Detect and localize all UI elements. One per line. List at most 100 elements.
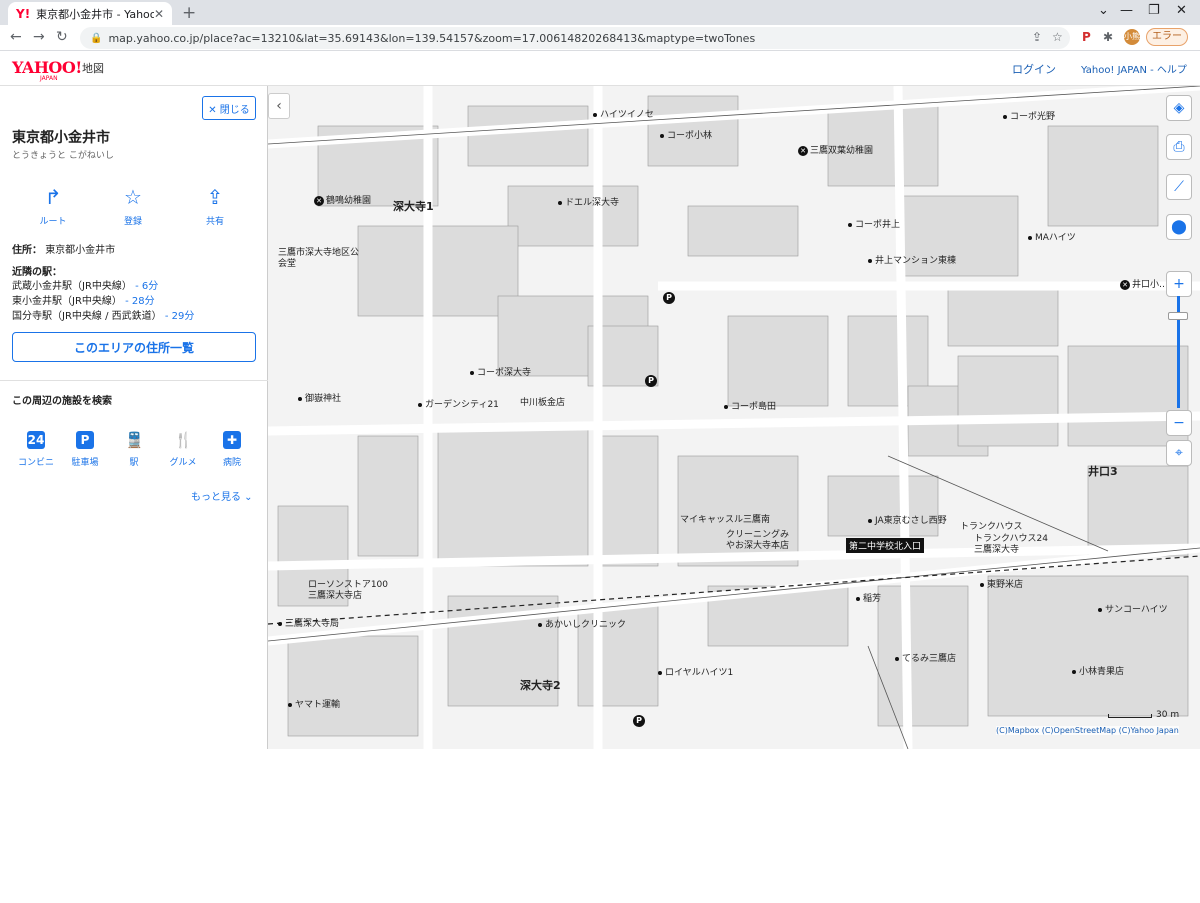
new-tab-icon[interactable]: + (182, 3, 196, 23)
parking-marker-icon[interactable]: P (663, 292, 675, 304)
map-poi[interactable]: ドエル深大寺 (558, 198, 619, 209)
category-station[interactable]: 🚆 駅 (112, 431, 156, 468)
map-canvas[interactable]: 深大寺1 深大寺2 井口3 コーポ光野 ✕ 三鷹双葉幼稚園 ✕ 鶴鳴幼稚園 ドエ… (268, 86, 1200, 749)
map-poi[interactable]: ハイツイノセ (593, 110, 654, 121)
map-poi[interactable]: クリーニングみやお深大寺本店 (726, 530, 796, 552)
zoom-in-button[interactable]: + (1166, 271, 1192, 297)
category-convenience-store[interactable]: 24 コンビニ (14, 431, 58, 468)
forward-icon[interactable]: → (33, 29, 45, 45)
train-icon: 🚆 (125, 431, 144, 449)
map-poi[interactable]: 中川板金店 (520, 398, 565, 409)
address-list-button[interactable]: このエリアの住所一覧 (12, 332, 256, 362)
share-button[interactable]: ⇪ 共有 (190, 186, 240, 227)
save-button[interactable]: ☆ 登録 (108, 186, 158, 227)
map-poi[interactable]: 井口小… (1132, 280, 1168, 291)
map-base (268, 86, 1200, 749)
locate-icon: ⌖ (1175, 445, 1183, 461)
collapse-panel-button[interactable]: ‹ (268, 93, 290, 119)
login-link[interactable]: ログイン (1012, 61, 1056, 77)
error-button[interactable]: エラー (1146, 28, 1188, 46)
share-page-icon[interactable]: ⇪ (1032, 30, 1042, 44)
reload-icon[interactable]: ↻ (56, 29, 68, 45)
profile-avatar[interactable]: 小熊 (1124, 29, 1140, 45)
bookmark-star-icon[interactable]: ☆ (1052, 30, 1063, 44)
layers-button[interactable]: ◈ (1166, 95, 1192, 121)
map-poi[interactable]: JA東京むさし西野 (868, 516, 947, 527)
area-label: 深大寺1 (393, 200, 434, 213)
url-text: map.yahoo.co.jp/place?ac=13210&lat=35.69… (108, 31, 756, 45)
map-poi[interactable]: てるみ三鷹店 (895, 654, 956, 665)
nearby-search-heading: この周辺の施設を検索 (12, 396, 112, 407)
place-reading: とうきょうと こがねいし (12, 151, 114, 161)
map-poi[interactable]: コーポ小林 (660, 131, 712, 142)
map-poi[interactable]: コーポ深大寺 (470, 368, 531, 379)
back-icon[interactable]: ← (10, 29, 22, 45)
map-poi[interactable]: コーポ島田 (724, 402, 776, 413)
more-categories-link[interactable]: もっと見る ⌄ (191, 488, 253, 503)
map-poi[interactable]: 小林青果店 (1072, 667, 1124, 678)
map-poi[interactable]: コーポ光野 (1003, 112, 1055, 123)
close-tab-icon[interactable]: ✕ (154, 7, 164, 21)
stations-label: 近隣の駅： (12, 267, 62, 278)
share-icon: ⇪ (206, 185, 224, 209)
map-poi[interactable]: 三鷹市深大寺地区公会堂 (278, 248, 363, 270)
print-icon: ⎙ (1173, 139, 1185, 155)
parking-marker-icon[interactable]: P (633, 715, 645, 727)
header-links[interactable]: Yahoo! JAPAN - ヘルプ (1081, 61, 1187, 76)
close-panel-button[interactable]: ✕ 閉じる (202, 96, 256, 120)
map-poi[interactable]: サンコーハイツ (1098, 605, 1168, 616)
address-bar[interactable]: 🔒 map.yahoo.co.jp/place?ac=13210&lat=35.… (80, 27, 1070, 49)
parking-marker-icon[interactable]: P (645, 375, 657, 387)
zoom-slider-handle[interactable] (1168, 312, 1188, 320)
map-poi[interactable]: マイキャッスル三鷹南 (680, 515, 770, 526)
pin-button[interactable]: ⬤ (1166, 214, 1192, 240)
map-poi[interactable]: 三鷹深大寺局 (278, 619, 339, 630)
map-poi[interactable]: 御嶽神社 (298, 394, 341, 405)
map-poi[interactable]: ヤマト運輸 (288, 700, 340, 711)
map-poi[interactable]: ガーデンシティ21 (418, 400, 499, 411)
map-poi[interactable]: 東野米店 (980, 580, 1023, 591)
map-poi[interactable]: 三鷹双葉幼稚園 (810, 146, 873, 157)
extensions-puzzle-icon[interactable]: ✱ (1103, 30, 1113, 44)
close-window-icon[interactable]: ✕ (1176, 3, 1187, 18)
map-poi[interactable]: トランクハウス (960, 522, 1023, 533)
scale-label: 30 m (1156, 710, 1180, 720)
station-row[interactable]: 武蔵小金井駅（JR中央線） - 6分 (12, 277, 158, 292)
map-poi[interactable]: コーポ井上 (848, 220, 900, 231)
measure-button[interactable]: ⟋ (1166, 174, 1192, 200)
category-parking[interactable]: P 駐車場 (63, 431, 107, 468)
map-poi[interactable]: ローソンストア100 三鷹深大寺店 (308, 580, 390, 602)
map-poi[interactable]: あかいしクリニック (538, 620, 626, 631)
zoom-out-button[interactable]: − (1166, 410, 1192, 436)
map-poi[interactable]: MAハイツ (1028, 233, 1076, 244)
extension-p-icon[interactable]: P (1082, 30, 1091, 44)
browser-tab-strip: Y! 東京都小金井市 - Yahoo!地図 ✕ + ⌄ — ❐ ✕ (0, 0, 1200, 25)
station-row[interactable]: 東小金井駅（JR中央線） - 28分 (12, 292, 155, 307)
scale-bar (1108, 714, 1152, 718)
map-attribution[interactable]: (C)Mapbox (C)OpenStreetMap (C)Yahoo Japa… (996, 726, 1179, 735)
pin-icon: ⬤ (1171, 219, 1187, 235)
print-button[interactable]: ⎙ (1166, 134, 1192, 160)
hospital-icon: ✚ (223, 431, 241, 449)
tab-search-icon[interactable]: ⌄ (1098, 3, 1109, 18)
category-gourmet[interactable]: 🍴 グルメ (161, 431, 205, 468)
school-icon: ✕ (798, 146, 808, 156)
station-row[interactable]: 国分寺駅（JR中央線 / 西武鉄道） - 29分 (12, 307, 194, 322)
map-poi[interactable]: トランクハウス24三鷹深大寺 (974, 534, 1054, 556)
map-poi[interactable]: 井上マンション東棟 (868, 256, 956, 267)
map-poi[interactable]: 稲芳 (856, 594, 881, 605)
route-icon: ↱ (44, 185, 62, 209)
yahoo-header: YAHOO! JAPAN 地図 ログイン Yahoo! JAPAN - ヘルプ (0, 52, 1200, 86)
browser-tab[interactable]: Y! 東京都小金井市 - Yahoo!地図 ✕ (8, 2, 172, 25)
fork-knife-icon: 🍴 (174, 431, 193, 449)
bus-stop-label[interactable]: 第二中学校北入口 (846, 538, 925, 553)
route-button[interactable]: ↱ ルート (28, 186, 78, 227)
category-hospital[interactable]: ✚ 病院 (210, 431, 254, 468)
map-poi[interactable]: ロイヤルハイツ1 (658, 668, 733, 679)
minimize-icon[interactable]: — (1120, 3, 1133, 18)
layers-icon: ◈ (1173, 100, 1185, 116)
restore-icon[interactable]: ❐ (1148, 3, 1160, 18)
current-location-button[interactable]: ⌖ (1166, 440, 1192, 466)
map-poi[interactable]: 鶴鳴幼稚園 (326, 196, 371, 207)
area-label: 深大寺2 (520, 679, 561, 692)
